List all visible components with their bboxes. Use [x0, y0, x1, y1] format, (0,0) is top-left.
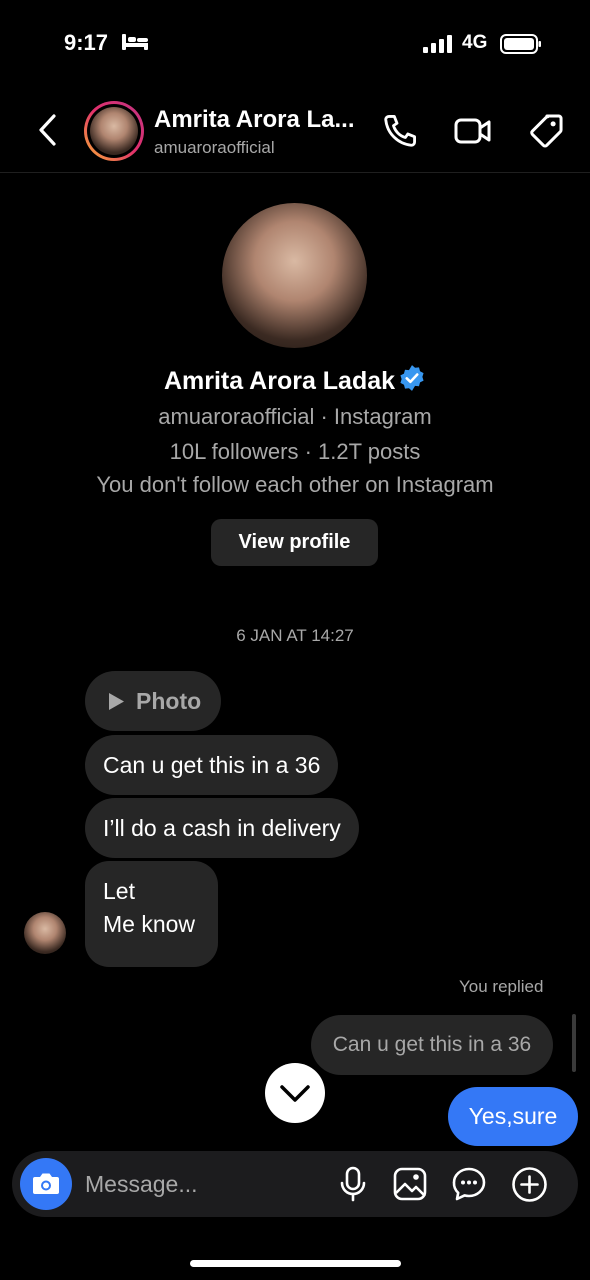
battery-icon	[500, 34, 541, 54]
reply-bar	[572, 1014, 576, 1072]
message-line: Me know	[103, 911, 196, 937]
message-bubble[interactable]: Can u get this in a 36	[85, 735, 339, 795]
view-profile-button[interactable]: View profile	[211, 519, 378, 566]
video-icon[interactable]	[453, 114, 493, 148]
profile-name-text: Amrita Arora Ladak	[163, 367, 396, 395]
reply-quote[interactable]: Can u get this in a 36	[311, 1015, 553, 1075]
sticker-icon[interactable]	[451, 1166, 487, 1202]
plus-icon[interactable]	[511, 1166, 548, 1203]
header-divider	[0, 172, 590, 173]
network-type: 4G	[462, 32, 488, 53]
home-indicator[interactable]	[190, 1260, 401, 1267]
photo-label: Photo	[136, 688, 202, 714]
play-icon	[109, 693, 124, 710]
bed-icon	[122, 34, 148, 50]
profile-avatar[interactable]	[222, 203, 367, 348]
call-icon[interactable]	[381, 112, 419, 150]
verified-icon	[400, 365, 424, 391]
thread-timestamp: 6 JAN AT 14:27	[236, 626, 354, 645]
reply-label: You replied	[459, 977, 544, 996]
header-avatar[interactable]	[84, 101, 144, 161]
sent-message-bubble[interactable]: Yes,sure	[448, 1087, 578, 1146]
chevron-down-icon	[280, 1085, 310, 1102]
profile-name: Amrita Arora Ladak	[0, 364, 590, 396]
profile-stats-line: 10L followers · 1.2T posts	[169, 439, 421, 464]
chat-username[interactable]: amuaroraofficial	[154, 138, 275, 158]
microphone-icon[interactable]	[338, 1166, 368, 1202]
message-bubble[interactable]: I’ll do a cash in delivery	[85, 798, 359, 858]
scroll-down-button[interactable]	[265, 1063, 325, 1123]
chat-title[interactable]: Amrita Arora La...	[154, 106, 355, 134]
tag-icon[interactable]	[527, 112, 565, 150]
profile-follow-line: You don't follow each other on Instagram	[96, 472, 494, 497]
camera-button[interactable]	[20, 1158, 72, 1210]
back-icon[interactable]	[34, 112, 62, 148]
gallery-icon[interactable]	[392, 1166, 428, 1202]
sender-avatar[interactable]	[24, 912, 66, 954]
camera-icon	[33, 1173, 59, 1194]
status-time: 9:17	[64, 30, 109, 55]
message-bubble[interactable]: Let Me know	[85, 861, 218, 967]
message-line: Let	[103, 878, 135, 904]
profile-handle-line: amuaroraofficial · Instagram	[158, 404, 432, 429]
message-input[interactable]	[85, 1168, 315, 1200]
signal-icon	[423, 35, 452, 53]
photo-message[interactable]: Photo	[85, 671, 221, 731]
